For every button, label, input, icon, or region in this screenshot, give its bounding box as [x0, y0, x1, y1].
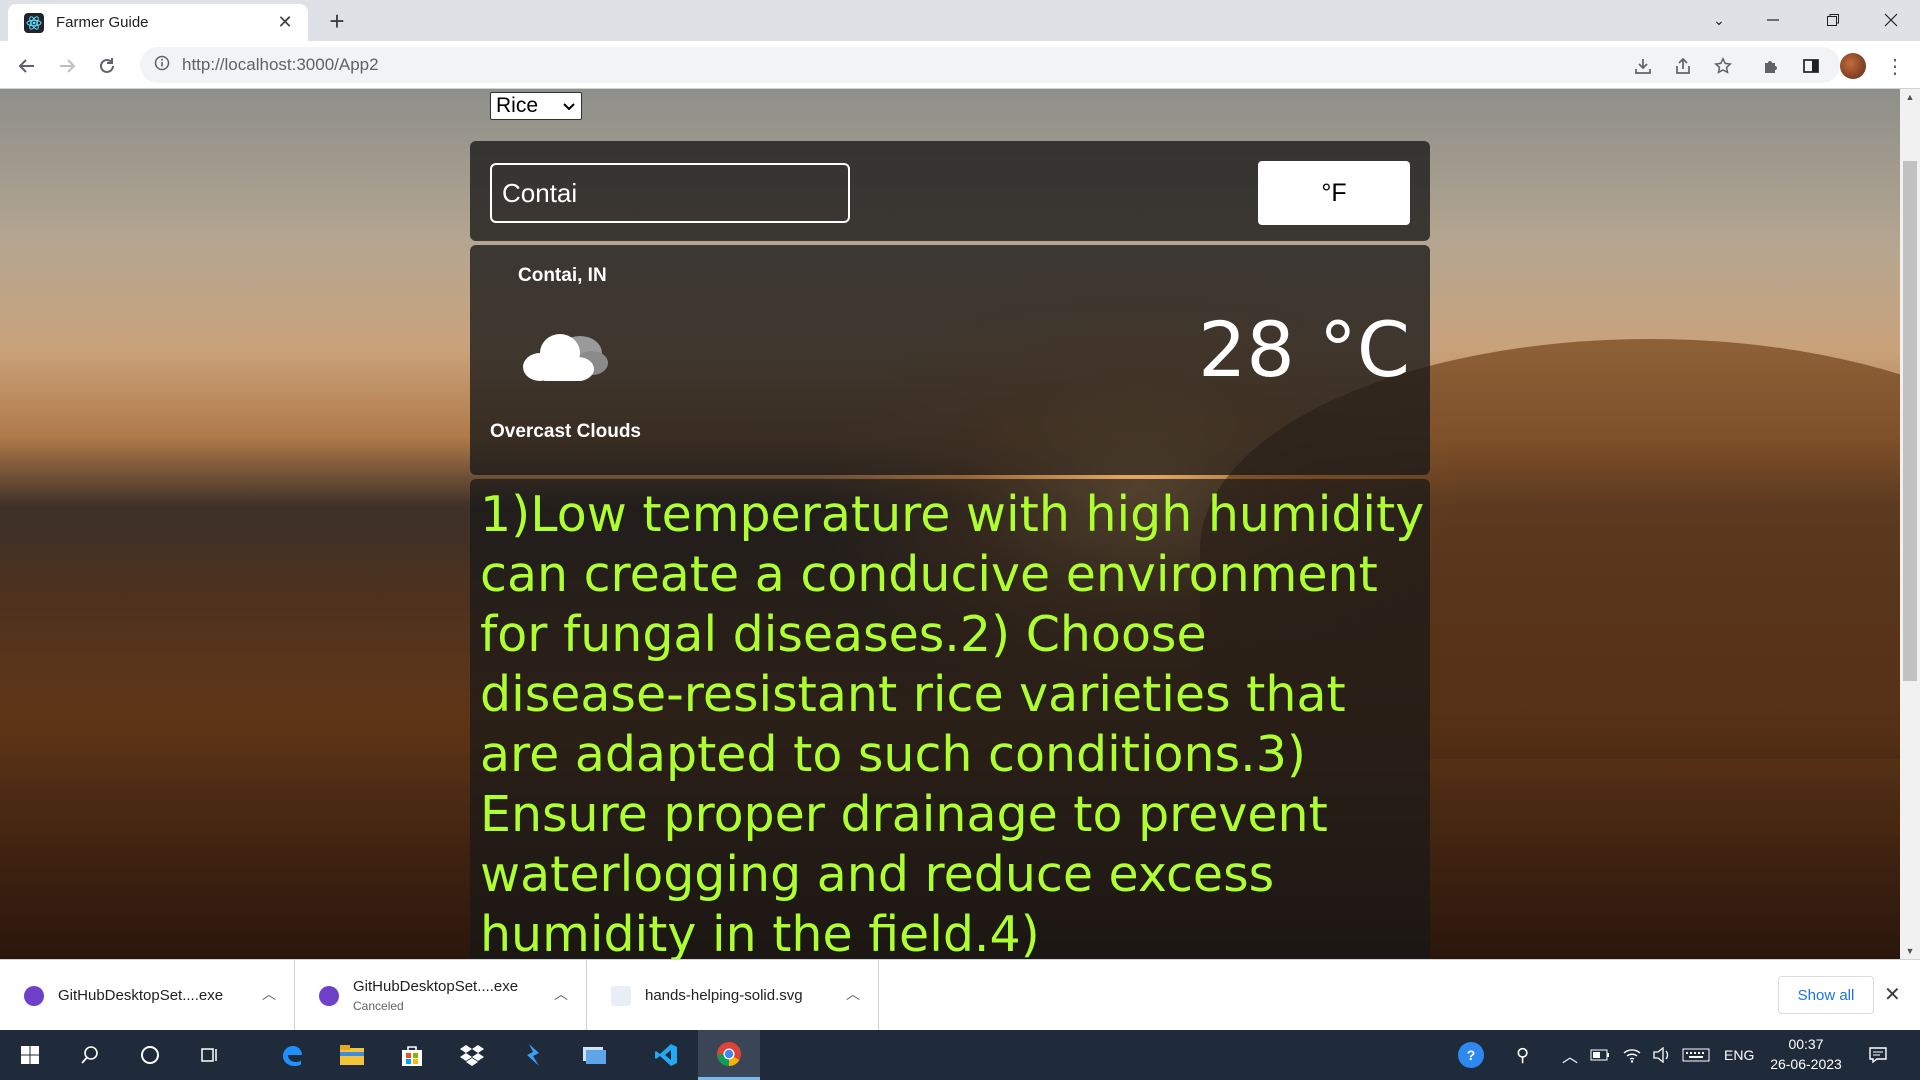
- download-shelf: GitHubDesktopSet....exe ︿ GitHubDesktopS…: [0, 959, 1920, 1031]
- file-explorer-icon[interactable]: [322, 1030, 382, 1080]
- system-clock[interactable]: 00:37 26-06-2023: [1766, 1034, 1846, 1074]
- page-viewport: Rice °F Contai, IN Overcast Clouds 28 °C…: [0, 89, 1900, 959]
- chevron-up-icon[interactable]: ︿: [554, 984, 568, 1004]
- tab-strip: Farmer Guide ✕ + ⌄: [0, 0, 1920, 41]
- download-status: Canceled: [353, 999, 404, 1013]
- help-icon[interactable]: ?: [1458, 1030, 1484, 1080]
- weather-condition: Overcast Clouds: [490, 421, 641, 442]
- download-item[interactable]: GitHubDesktopSet....exe Canceled ︿: [295, 960, 587, 1031]
- unit-toggle-button[interactable]: °F: [1258, 161, 1410, 225]
- volume-icon[interactable]: [1652, 1030, 1672, 1080]
- chevron-up-icon[interactable]: ︿: [262, 984, 276, 1004]
- keyboard-icon[interactable]: [1682, 1030, 1710, 1080]
- crop-select-value: Rice: [496, 94, 539, 117]
- location-label: Contai, IN: [518, 265, 607, 286]
- cloud-icon: [520, 325, 610, 385]
- wifi-icon[interactable]: [1622, 1030, 1642, 1080]
- download-name: GitHubDesktopSet....exe: [58, 987, 224, 1004]
- bookmark-star-icon[interactable]: [1708, 51, 1738, 81]
- restore-icon[interactable]: [1804, 0, 1862, 40]
- extensions-icon[interactable]: [1756, 51, 1786, 81]
- side-panel-icon[interactable]: [1796, 51, 1826, 81]
- address-bar[interactable]: http://localhost:3000/App2: [140, 47, 1840, 83]
- install-app-icon[interactable]: [1628, 51, 1658, 81]
- notifications-icon[interactable]: [1868, 1030, 1888, 1080]
- scroll-up-icon[interactable]: ▲: [1900, 89, 1920, 105]
- language-indicator[interactable]: ENG: [1724, 1030, 1754, 1080]
- chevron-up-icon[interactable]: ︿: [1562, 1030, 1578, 1080]
- show-all-button[interactable]: Show all: [1778, 976, 1874, 1014]
- crop-advice-text: 1)Low temperature with high humidity can…: [480, 486, 1425, 959]
- window-close-icon[interactable]: [1862, 0, 1920, 40]
- advice-card: 1)Low temperature with high humidity can…: [470, 479, 1430, 959]
- app-window-icon[interactable]: [564, 1030, 624, 1080]
- weather-card: Contai, IN Overcast Clouds 28 °C: [470, 245, 1430, 475]
- tab-title: Farmer Guide: [56, 14, 149, 31]
- minimize-icon[interactable]: [1744, 0, 1802, 40]
- crop-select[interactable]: Rice: [490, 92, 582, 120]
- download-item[interactable]: hands-helping-solid.svg ︿: [587, 960, 879, 1031]
- dropbox-icon[interactable]: [442, 1030, 502, 1080]
- clock-time: 00:37: [1788, 1036, 1824, 1052]
- windows-taskbar: ? ⚲ ︿ ENG 00:37 26-06-2023: [0, 1030, 1920, 1080]
- city-input[interactable]: [490, 163, 850, 223]
- reload-icon[interactable]: [92, 51, 122, 81]
- chrome-icon[interactable]: [698, 1030, 760, 1080]
- chrome-menu-icon[interactable]: ⋮: [1880, 51, 1910, 81]
- new-tab-button[interactable]: +: [322, 6, 352, 36]
- site-info-icon[interactable]: [154, 55, 170, 76]
- page-scrollbar[interactable]: ▲ ▼: [1900, 89, 1920, 959]
- forward-icon[interactable]: [52, 51, 82, 81]
- tab-close-icon[interactable]: ✕: [274, 12, 296, 33]
- share-icon[interactable]: [1668, 51, 1698, 81]
- react-favicon-icon: [24, 12, 44, 33]
- chevron-up-icon[interactable]: ︿: [846, 984, 860, 1004]
- tab-search-icon[interactable]: ⌄: [1690, 0, 1748, 40]
- people-icon[interactable]: ⚲: [1516, 1030, 1529, 1080]
- clock-date: 26-06-2023: [1770, 1056, 1842, 1072]
- url-text[interactable]: http://localhost:3000/App2: [182, 55, 379, 75]
- cortana-icon[interactable]: [120, 1030, 180, 1080]
- search-icon[interactable]: [60, 1030, 120, 1080]
- profile-avatar[interactable]: [1838, 51, 1868, 81]
- scrollbar-thumb[interactable]: [1903, 161, 1917, 681]
- windows-start-icon[interactable]: [0, 1030, 60, 1080]
- edge-icon[interactable]: [262, 1030, 322, 1080]
- github-icon: [24, 985, 44, 1006]
- browser-tab[interactable]: Farmer Guide ✕: [8, 4, 308, 41]
- vscode-icon[interactable]: [636, 1030, 696, 1080]
- battery-icon[interactable]: [1590, 1030, 1610, 1080]
- scroll-down-icon[interactable]: ▼: [1900, 943, 1920, 959]
- task-view-icon[interactable]: [180, 1030, 240, 1080]
- power-automate-icon[interactable]: [504, 1030, 564, 1080]
- search-card: °F: [470, 141, 1430, 241]
- download-item[interactable]: GitHubDesktopSet....exe ︿: [0, 960, 295, 1031]
- github-icon: [319, 985, 339, 1006]
- svg-file-icon: [611, 985, 631, 1006]
- back-icon[interactable]: [12, 51, 42, 81]
- chevron-down-icon: [563, 99, 575, 114]
- close-shelf-icon[interactable]: ✕: [1884, 982, 1901, 1007]
- browser-toolbar: http://localhost:3000/App2 ⋮: [0, 41, 1920, 89]
- download-name: GitHubDesktopSet....exe: [353, 978, 519, 995]
- store-icon[interactable]: [382, 1030, 442, 1080]
- download-name: hands-helping-solid.svg: [645, 987, 803, 1004]
- temperature-value: 28 °C: [1198, 305, 1410, 394]
